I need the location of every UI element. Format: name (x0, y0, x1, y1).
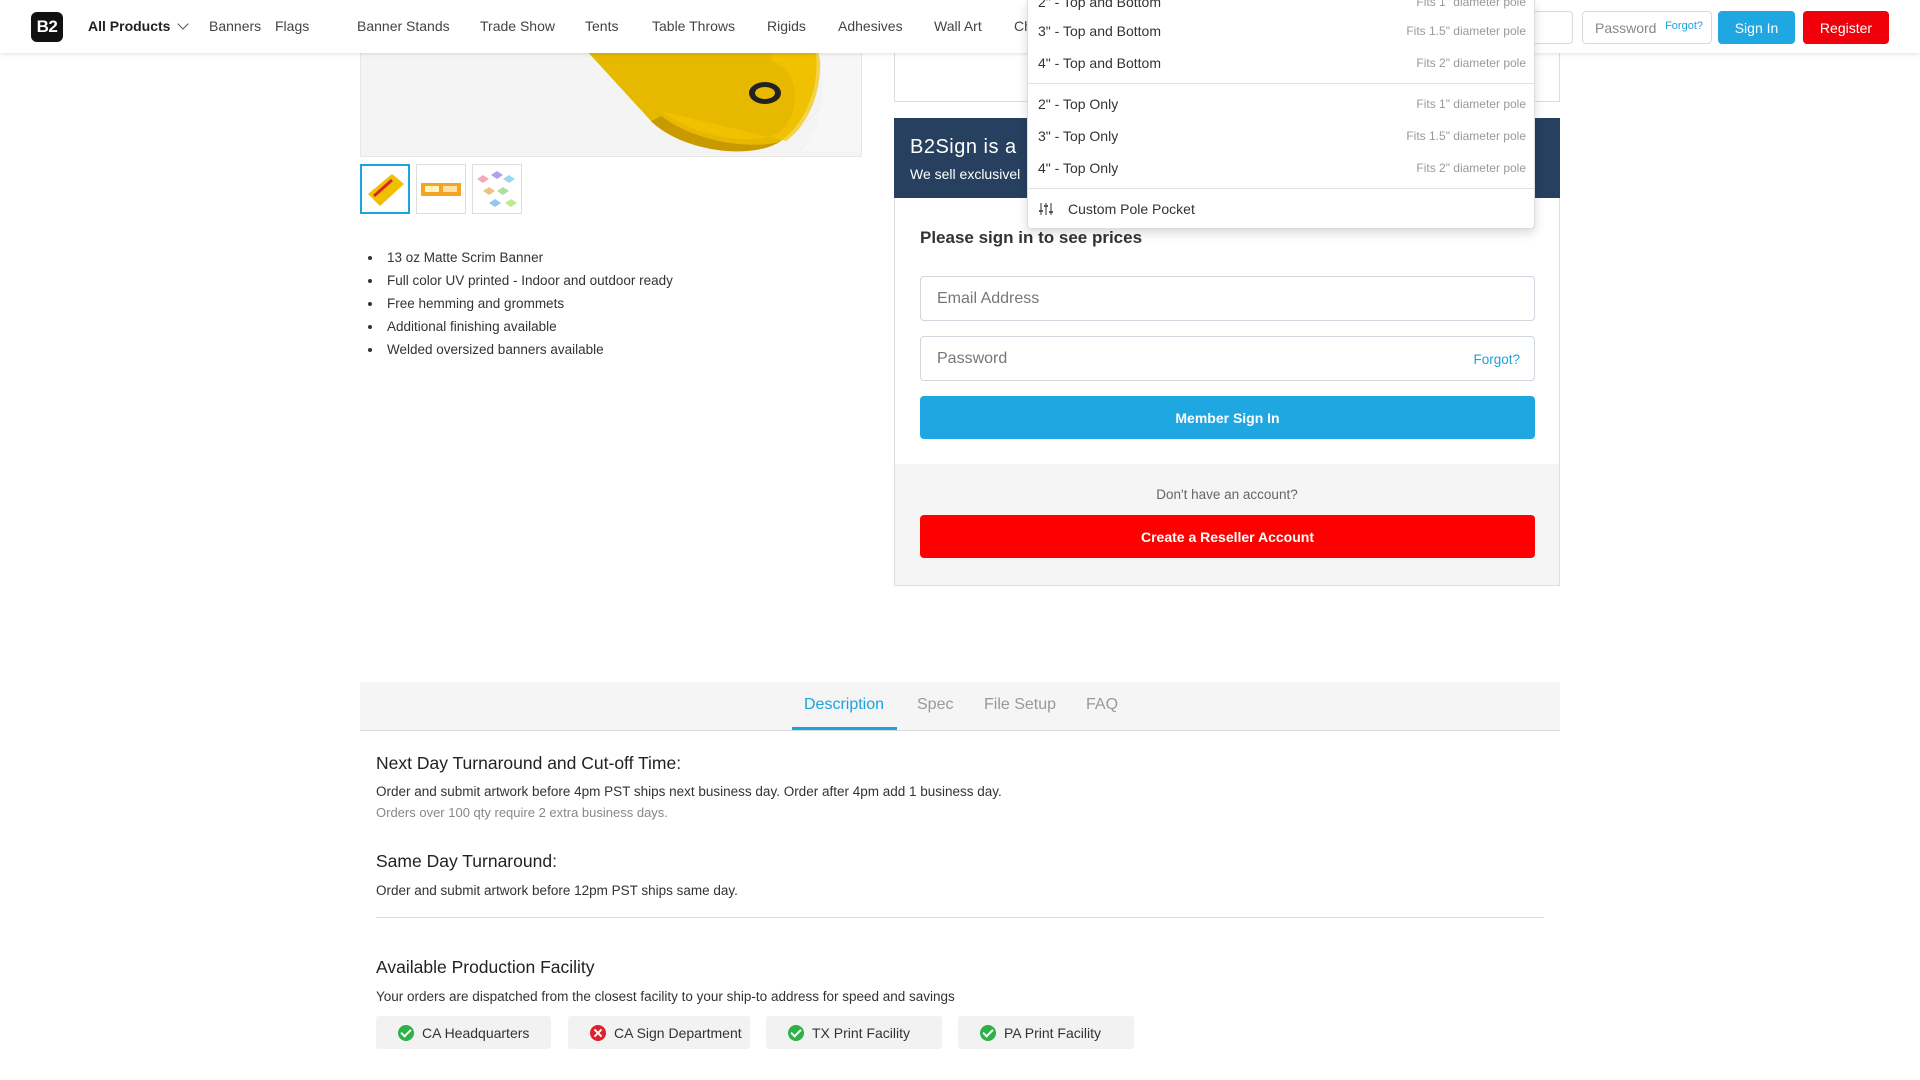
dropdown-option[interactable]: 3" - Top and Bottom Fits 1.5" diameter p… (1028, 15, 1534, 47)
member-sign-in-button[interactable]: Member Sign In (920, 396, 1535, 439)
product-feature-list: 13 oz Matte Scrim Banner Full color UV p… (368, 246, 673, 361)
nav-link-banners[interactable]: Banners (209, 18, 261, 34)
header-register-button[interactable]: Register (1803, 11, 1889, 44)
forgot-password-link[interactable]: Forgot? (1473, 352, 1520, 367)
option-hint: Fits 1.5" diameter pole (1406, 24, 1526, 38)
option-hint: Fits 2" diameter pole (1416, 56, 1526, 70)
chevron-down-icon (177, 18, 190, 30)
check-circle-icon (980, 1024, 996, 1041)
all-products-label: All Products (88, 18, 171, 34)
thumbnail-3[interactable] (472, 164, 522, 214)
logo-text: B2 (36, 17, 58, 36)
email-placeholder: Email Address (937, 290, 1040, 307)
thumbnail-yellow-banner (362, 166, 408, 212)
same-day-text: Order and submit artwork before 12pm PST… (376, 883, 738, 898)
custom-option-label: Custom Pole Pocket (1068, 201, 1195, 217)
b2sign-logo[interactable]: B2 (31, 12, 63, 42)
option-label: 2" - Top and Bottom (1038, 0, 1162, 10)
thumbnail-color-swatches (473, 165, 521, 213)
section-divider (376, 917, 1544, 918)
header-forgot-link[interactable]: Forgot? (1665, 20, 1703, 32)
create-reseller-account-button[interactable]: Create a Reseller Account (920, 515, 1535, 558)
facility-text: Your orders are dispatched from the clos… (376, 989, 955, 1004)
sign-in-card: Please sign in to see prices Email Addre… (894, 198, 1560, 586)
nav-link-adhesives[interactable]: Adhesives (838, 18, 903, 34)
same-day-title: Same Day Turnaround: (376, 851, 557, 871)
facility-badge: CA Headquarters (376, 1016, 551, 1049)
sliders-icon (1039, 203, 1053, 215)
active-tab-indicator (792, 727, 897, 730)
facility-badge: CA Sign Department (568, 1016, 750, 1049)
password-placeholder: Password (937, 350, 1008, 367)
nav-link-wall-art[interactable]: Wall Art (934, 18, 982, 34)
option-label: 2" - Top Only (1038, 96, 1119, 112)
option-label: 4" - Top and Bottom (1038, 55, 1162, 71)
nav-link-flags[interactable]: Flags (275, 18, 309, 34)
check-circle-icon (788, 1024, 804, 1041)
check-circle-icon (398, 1024, 414, 1041)
feature-item: Full color UV printed - Indoor and outdo… (368, 269, 673, 292)
password-field[interactable]: Password Forgot? (920, 336, 1535, 381)
next-day-note: Orders over 100 qty require 2 extra busi… (376, 805, 668, 820)
dropdown-option[interactable]: 4" - Top Only Fits 2" diameter pole (1028, 152, 1534, 184)
dropdown-divider (1028, 83, 1534, 84)
thumbnail-orange-banner (417, 165, 465, 213)
nav-link-trade-show[interactable]: Trade Show (480, 18, 555, 34)
feature-item: 13 oz Matte Scrim Banner (368, 246, 673, 269)
sign-in-card-footer: Don't have an account? Create a Reseller… (895, 464, 1559, 585)
thumbnail-1[interactable] (360, 164, 410, 214)
custom-pole-pocket-option[interactable]: Custom Pole Pocket (1028, 193, 1534, 225)
tab-spec[interactable]: Spec (917, 696, 953, 714)
facility-badge: TX Print Facility (766, 1016, 942, 1049)
dropdown-option[interactable]: 3" - Top Only Fits 1.5" diameter pole (1028, 120, 1534, 152)
nav-link-table-throws[interactable]: Table Throws (652, 18, 735, 34)
nav-link-banner-stands[interactable]: Banner Stands (357, 18, 450, 34)
facility-name: CA Headquarters (422, 1024, 530, 1041)
sign-in-title: Please sign in to see prices (920, 228, 1143, 247)
no-account-text: Don't have an account? (1156, 487, 1298, 502)
product-tabs: Description Spec File Setup FAQ (360, 682, 1560, 731)
facility-name: CA Sign Department (614, 1024, 742, 1041)
option-hint: Fits 2" diameter pole (1416, 161, 1526, 175)
promo-subtitle: We sell exclusivel (910, 166, 1021, 182)
dropdown-option[interactable]: 4" - Top and Bottom Fits 2" diameter pol… (1028, 47, 1534, 79)
header-password-placeholder: Password (1595, 20, 1657, 36)
facility-badge: PA Print Facility (958, 1016, 1134, 1049)
facility-title: Available Production Facility (376, 957, 595, 977)
feature-item: Welded oversized banners available (368, 338, 673, 361)
header-sign-in-button[interactable]: Sign In (1718, 11, 1795, 44)
email-field[interactable]: Email Address (920, 276, 1535, 321)
facility-name: TX Print Facility (812, 1024, 911, 1041)
tab-file-setup[interactable]: File Setup (984, 696, 1056, 714)
top-navigation: B2 All Products Banners Flags Banner Sta… (0, 0, 1920, 53)
option-label: 4" - Top Only (1038, 160, 1119, 176)
pole-pocket-dropdown: 2" - Top and Bottom Fits 1" diameter pol… (1027, 0, 1535, 229)
option-hint: Fits 1" diameter pole (1416, 0, 1526, 9)
promo-title: B2Sign is a (910, 136, 1017, 158)
option-label: 3" - Top Only (1038, 128, 1119, 144)
option-hint: Fits 1.5" diameter pole (1406, 129, 1526, 143)
feature-item: Free hemming and grommets (368, 292, 673, 315)
next-day-title: Next Day Turnaround and Cut-off Time: (376, 753, 682, 773)
nav-link-rigids[interactable]: Rigids (767, 18, 806, 34)
dropdown-divider (1028, 188, 1534, 189)
x-circle-icon (590, 1024, 606, 1041)
header-password-input[interactable]: Password Forgot? (1582, 11, 1712, 44)
option-label: 3" - Top and Bottom (1038, 23, 1162, 39)
feature-item: Additional finishing available (368, 315, 673, 338)
option-hint: Fits 1" diameter pole (1416, 97, 1526, 111)
tab-description[interactable]: Description (804, 696, 884, 714)
next-day-text: Order and submit artwork before 4pm PST … (376, 784, 1002, 799)
thumbnail-2[interactable] (416, 164, 466, 214)
dropdown-option[interactable]: 2" - Top Only Fits 1" diameter pole (1028, 88, 1534, 120)
all-products-menu[interactable]: All Products (88, 18, 190, 34)
facility-name: PA Print Facility (1004, 1024, 1101, 1041)
tab-faq[interactable]: FAQ (1086, 696, 1118, 714)
nav-link-tents[interactable]: Tents (585, 18, 618, 34)
